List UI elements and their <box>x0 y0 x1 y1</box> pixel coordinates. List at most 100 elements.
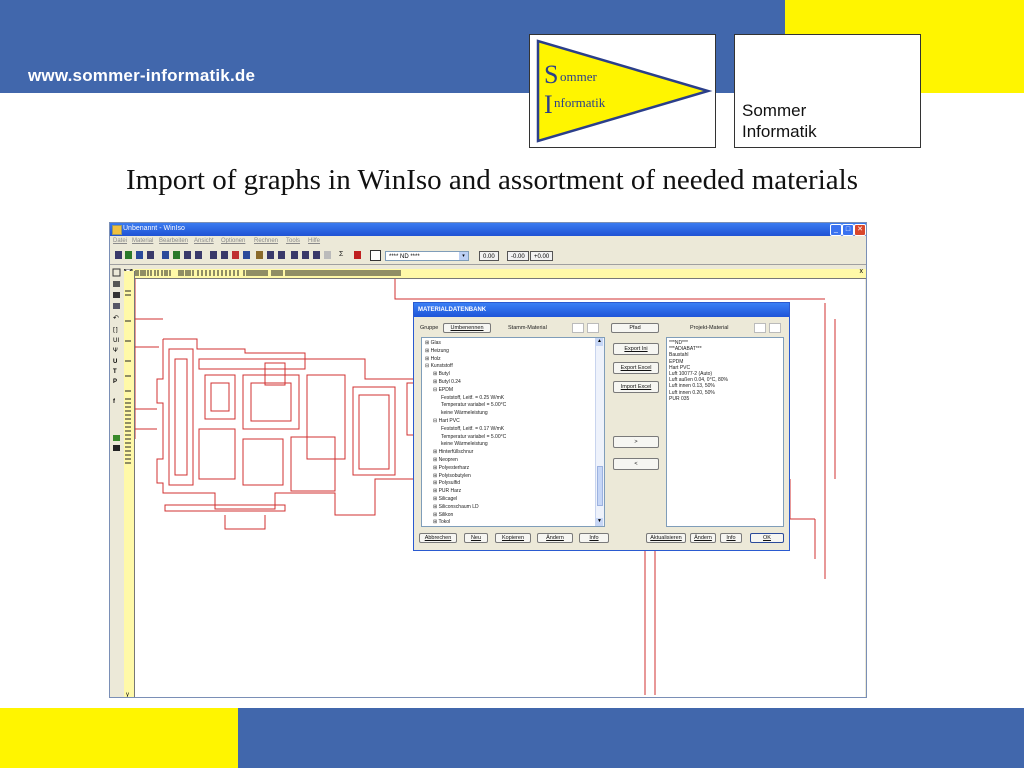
tool-t[interactable]: T <box>113 369 117 375</box>
ok-button[interactable]: OK <box>750 533 784 543</box>
menu-tools[interactable]: Tools <box>286 238 300 244</box>
value-field-3[interactable]: +0.00 <box>530 251 554 261</box>
project-info-button[interactable]: Info <box>720 533 742 543</box>
move-left-button[interactable]: < <box>613 458 659 470</box>
cancel-button[interactable]: Abbrechen <box>419 533 457 543</box>
edit-button[interactable]: Ändern <box>537 533 573 543</box>
tree-item[interactable]: ⊞ Heizung <box>425 348 449 354</box>
tree-item[interactable]: ⊞ Tokol <box>433 519 450 525</box>
scroll-thumb[interactable] <box>597 466 603 506</box>
tree-item[interactable]: ⊞ Glas <box>425 340 441 346</box>
project-list-item[interactable]: Baustahl <box>669 352 688 358</box>
tree-item[interactable]: ⊞ Silicagel <box>433 496 457 502</box>
tree-item[interactable]: ⊞ PUR Harz <box>433 488 461 494</box>
material-select[interactable]: **** ND **** ▾ <box>385 251 469 261</box>
tree-item[interactable]: ⊞ Butyl <box>433 371 450 377</box>
tree-item[interactable]: ⊞ Silikon <box>433 512 453 518</box>
frame-icon[interactable] <box>210 251 217 259</box>
project-checkbox-2[interactable] <box>769 323 781 333</box>
menu-hilfe[interactable]: Hilfe <box>308 238 320 244</box>
info-icon[interactable] <box>232 251 239 259</box>
zoom-fit-icon[interactable] <box>184 251 191 259</box>
tree-item[interactable]: Feststoff, Leitf. = 0.17 W/mK <box>441 426 504 432</box>
value-field-1[interactable]: 0.00 <box>479 251 499 261</box>
path-button[interactable]: Pfad <box>611 323 659 333</box>
refresh-button[interactable]: Aktualisieren <box>646 533 686 543</box>
tree-item[interactable]: ⊞ Holz <box>425 356 441 362</box>
scroll-up-icon[interactable]: ▲ <box>596 338 603 346</box>
tree-item[interactable]: ⊞ Polyisobutylen <box>433 473 471 479</box>
project-list-item[interactable]: PUR 035 <box>669 396 689 402</box>
open-icon[interactable] <box>125 251 132 259</box>
tree-item[interactable]: ⊞ Polyesterharz <box>433 465 469 471</box>
tree-item[interactable]: keine Wärmeleistung <box>441 441 488 447</box>
project-list-item[interactable]: Luft innen 0.20, 50% <box>669 390 715 396</box>
tree-item[interactable]: ⊞ Polysulfid <box>433 480 460 486</box>
stamm-checkbox-2[interactable] <box>587 323 599 333</box>
menu-rechnen[interactable]: Rechnen <box>254 238 278 244</box>
tree-item[interactable]: Temperatur variabel = 5.00°C <box>441 434 506 440</box>
menu-material[interactable]: Material <box>132 238 153 244</box>
stamm-checkbox-1[interactable] <box>572 323 584 333</box>
tool-u[interactable]: U <box>113 359 117 365</box>
color-swatch-icon[interactable] <box>370 250 381 261</box>
menu-bearbeiten[interactable]: Bearbeiten <box>159 238 188 244</box>
maximize-button[interactable]: □ <box>842 224 854 236</box>
bold-b-icon[interactable] <box>221 251 228 259</box>
close-button[interactable]: ✕ <box>854 224 866 236</box>
edit-project-button[interactable]: Ändern <box>690 533 716 543</box>
copy-button[interactable]: Kopieren <box>495 533 531 543</box>
project-checkbox-1[interactable] <box>754 323 766 333</box>
tree-item[interactable]: ⊟ Kunststoff <box>425 363 453 369</box>
chart-icon[interactable] <box>243 251 250 259</box>
minimize-button[interactable]: _ <box>830 224 842 236</box>
chevron-down-icon[interactable]: ▾ <box>459 252 468 260</box>
tree-item[interactable]: ⊞ Hinterfüllschnur <box>433 449 473 455</box>
material-tree[interactable]: ⊞ Glas ⊞ Heizung ⊞ Holz ⊟ Kunststoff ⊞ Butyl… <box>421 337 605 527</box>
tree-item[interactable]: ⊟ Hart PVC <box>433 418 460 424</box>
menu-datei[interactable]: Datei <box>113 238 127 244</box>
project-list-item[interactable]: EPDM <box>669 359 683 365</box>
project-list-item[interactable]: ***ADIABAT*** <box>669 346 702 352</box>
pencil-icon[interactable] <box>256 251 263 259</box>
tree-item[interactable]: Feststoff, Leitf. = 0.25 W/mK <box>441 395 504 401</box>
project-list-item[interactable]: Luft innen 0.13, 50% <box>669 383 715 389</box>
project-list-item[interactable]: Luft 10077-2 (Auto) <box>669 371 712 377</box>
menu-optionen[interactable]: Optionen <box>221 238 245 244</box>
zoom-window-icon[interactable] <box>313 251 320 259</box>
grid-icon[interactable] <box>147 251 154 259</box>
import-excel-button[interactable]: Import Excel <box>613 381 659 393</box>
value-field-2[interactable]: -0.00 <box>507 251 529 261</box>
tree-item[interactable]: ⊟ EPDM <box>433 387 453 393</box>
project-list-item[interactable]: Hart PVC <box>669 365 690 371</box>
zoom-in-icon[interactable] <box>291 251 298 259</box>
table-icon[interactable] <box>173 251 180 259</box>
tree-item[interactable]: ⊞ Siliconschaum LD <box>433 504 479 510</box>
left-tool-icons[interactable]: ↶ [] UI Ψ <box>111 267 123 467</box>
rename-button[interactable]: Umbenennen <box>443 323 491 333</box>
new-button[interactable]: Neu <box>464 533 488 543</box>
new-file-icon[interactable] <box>115 251 122 259</box>
export-icon[interactable] <box>195 251 202 259</box>
measure-icon[interactable] <box>267 251 274 259</box>
save-icon[interactable] <box>136 251 143 259</box>
export-ini-button[interactable]: Export Ini <box>613 343 659 355</box>
scroll-down-icon[interactable]: ▼ <box>596 518 603 526</box>
tree-item[interactable]: Temperatur variabel = 5.00°C <box>441 402 506 408</box>
tree-scrollbar[interactable]: ▲ ▼ <box>595 338 604 526</box>
refresh-icon[interactable] <box>324 251 331 259</box>
tree-item[interactable]: keine Wärmeleistung <box>441 410 488 416</box>
tree-item[interactable]: ⊞ Butyl 0.24 <box>433 379 461 385</box>
tool-f[interactable]: f <box>113 399 115 405</box>
project-list-item[interactable]: ***ND*** <box>669 340 688 346</box>
book-icon[interactable] <box>354 251 361 259</box>
move-right-button[interactable]: > <box>613 436 659 448</box>
project-material-list[interactable]: ***ND*** ***ADIABAT*** Baustahl EPDM Hart PV… <box>666 337 784 527</box>
zoom-out-icon[interactable] <box>302 251 309 259</box>
project-list-item[interactable]: Luft außen 0.04, 0°C, 80% <box>669 377 728 383</box>
sum-icon[interactable]: Σ <box>339 251 346 258</box>
tree-item[interactable]: ⊞ Neopren <box>433 457 458 463</box>
info-button[interactable]: Info <box>579 533 609 543</box>
menu-ansicht[interactable]: Ansicht <box>194 238 214 244</box>
tool-p[interactable]: P <box>113 379 117 385</box>
